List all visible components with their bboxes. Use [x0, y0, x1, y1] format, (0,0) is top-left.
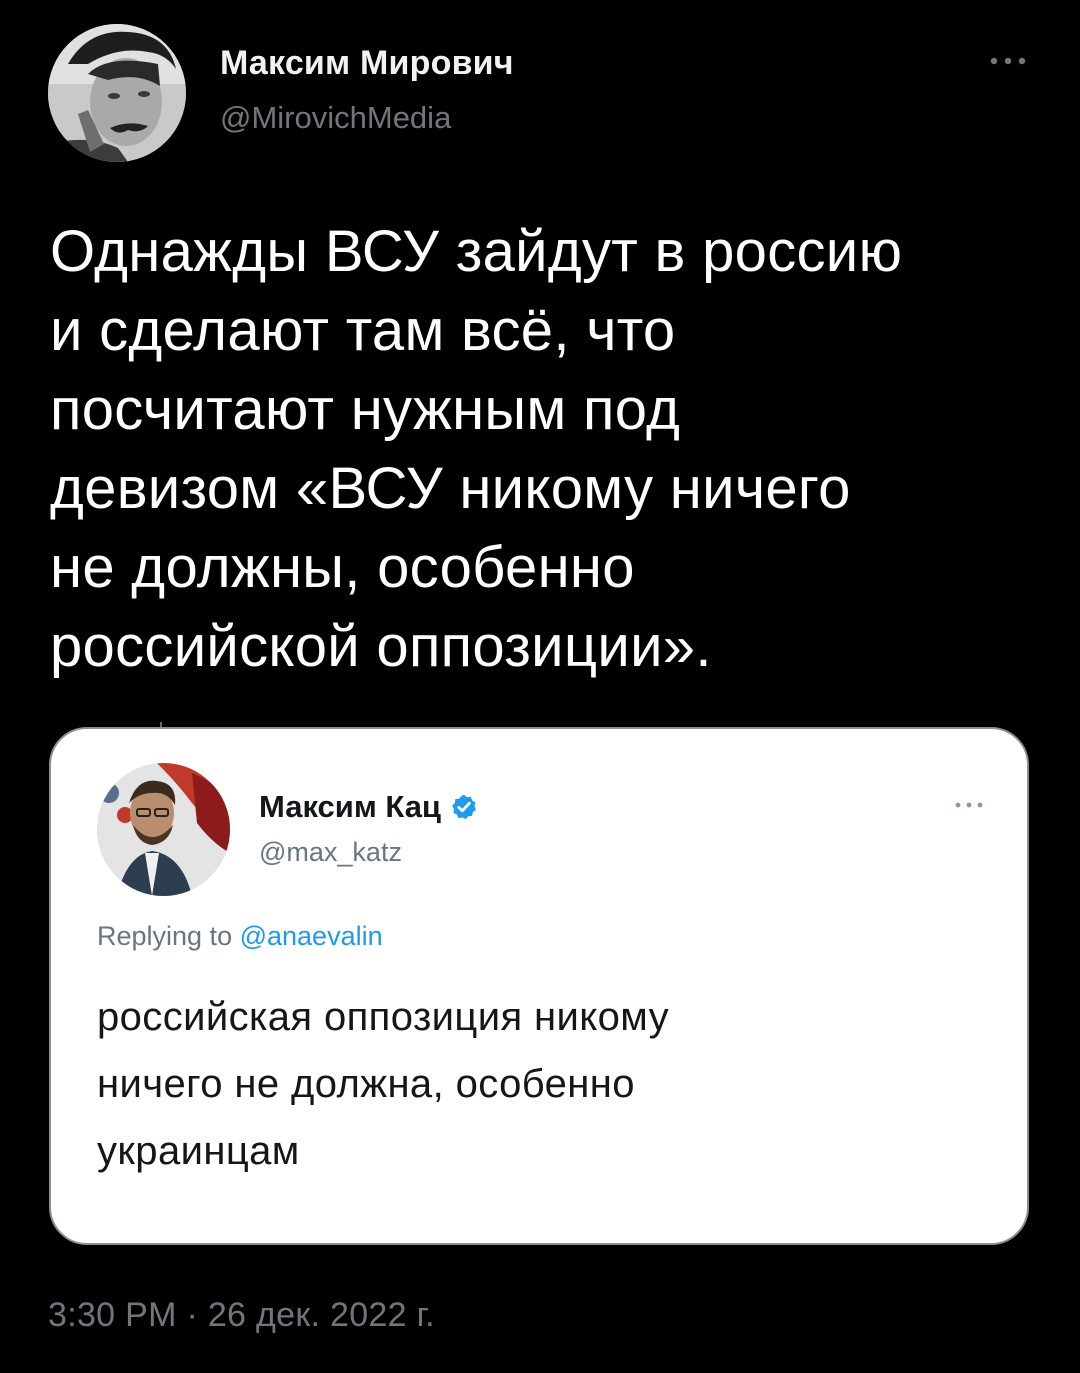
- author-avatar-image: [48, 24, 186, 162]
- author-avatar[interactable]: [48, 24, 186, 162]
- quoted-more-options-button[interactable]: [951, 795, 987, 815]
- quoted-author-handle[interactable]: @max_katz: [259, 837, 402, 868]
- replying-to-label: Replying to: [97, 921, 240, 951]
- more-options-button[interactable]: [986, 46, 1030, 76]
- quoted-tweet-card[interactable]: Максим Кац @max_katz Replying to @anaeva…: [49, 727, 1029, 1245]
- tweet-timestamp[interactable]: 3:30 PM · 26 дек. 2022 г.: [48, 1296, 435, 1335]
- more-horizontal-icon: [955, 802, 983, 808]
- quoted-author-name[interactable]: Максим Кац: [259, 789, 441, 825]
- quoted-author-avatar[interactable]: [97, 763, 230, 896]
- author-name[interactable]: Максим Мирович: [220, 44, 514, 83]
- tweet-text: Однажды ВСУ зайдут в россию и сделают та…: [50, 219, 903, 679]
- quoted-author-name-row: Максим Кац: [259, 789, 478, 825]
- reply-mention-link[interactable]: @anaevalin: [240, 921, 383, 951]
- more-horizontal-icon: [990, 57, 1026, 65]
- tweet-header: Максим Мирович @MirovichMedia: [48, 24, 1038, 164]
- author-handle[interactable]: @MirovichMedia: [220, 100, 451, 136]
- verified-badge-icon: [452, 794, 477, 820]
- quoted-author-avatar-image: [97, 763, 230, 896]
- quoted-tweet-text: российская оппозиция никому ничего не до…: [97, 995, 670, 1173]
- replying-to-line: Replying to @anaevalin: [97, 921, 383, 952]
